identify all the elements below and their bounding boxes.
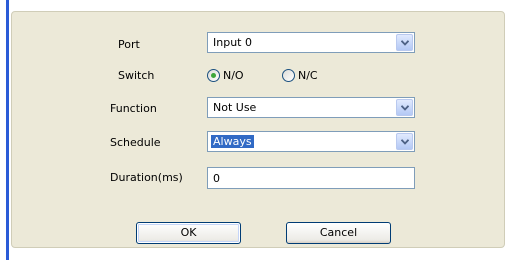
switch-option-nc[interactable]: N/C [282,69,332,83]
function-dropdown[interactable]: Not Use [207,97,415,118]
chevron-down-icon [401,139,409,145]
chevron-down-icon [401,105,409,111]
schedule-label: Schedule [110,136,161,149]
switch-option-no[interactable]: N/O [207,69,257,83]
radio-unselected-icon[interactable] [282,69,295,82]
switch-label: Switch [118,69,155,82]
dialog-window: Port Input 0 Switch N/O N/C Function Not… [0,0,516,260]
radio-dot [211,73,216,78]
ok-button[interactable]: OK [136,222,241,244]
switch-option-nc-label: N/C [298,69,318,82]
cancel-button[interactable]: Cancel [286,222,391,244]
port-dropdown-button[interactable] [396,34,413,51]
schedule-dropdown-button[interactable] [396,133,413,150]
radio-selected-icon[interactable] [207,69,220,82]
window-left-border [6,0,9,260]
function-label: Function [110,102,157,115]
port-value: Input 0 [213,36,252,49]
duration-label: Duration(ms) [110,171,183,184]
duration-value: 0 [213,172,220,185]
chevron-down-icon [401,40,409,46]
duration-input[interactable]: 0 [207,167,415,189]
schedule-dropdown[interactable]: Always [207,131,415,152]
port-label: Port [118,38,140,51]
schedule-value: Always [211,135,254,148]
function-value: Not Use [213,101,257,114]
switch-option-no-label: N/O [223,69,244,82]
port-dropdown[interactable]: Input 0 [207,32,415,53]
function-dropdown-button[interactable] [396,99,413,116]
